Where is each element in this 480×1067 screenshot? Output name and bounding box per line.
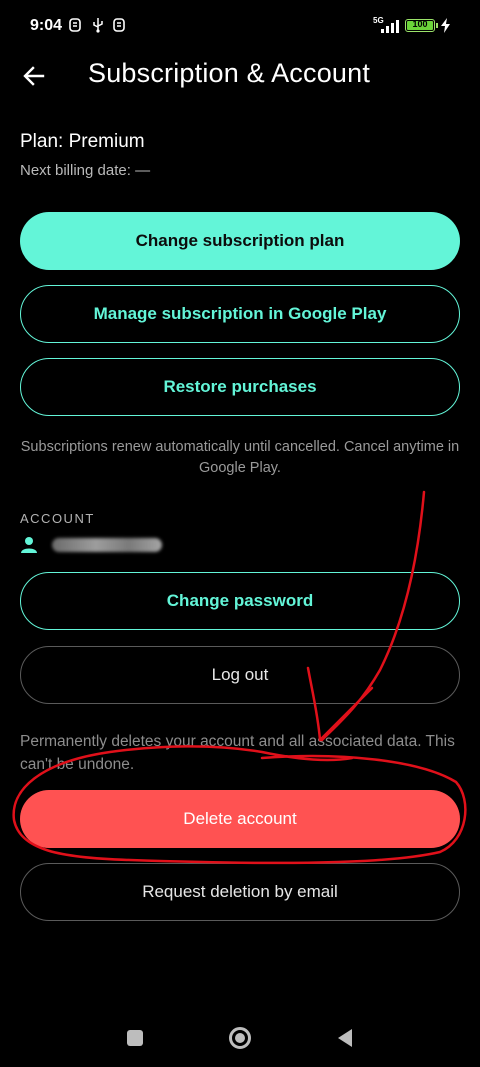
delete-account-button[interactable]: Delete account (20, 790, 460, 848)
status-time: 9:04 (30, 17, 63, 34)
nav-home-button[interactable] (228, 1026, 252, 1050)
logout-button[interactable]: Log out (20, 646, 460, 704)
signal-icon (381, 20, 399, 33)
delete-warning-text: Permanently deletes your account and all… (20, 733, 455, 773)
account-section-header: ACCOUNT (20, 511, 95, 526)
system-nav-bar (0, 1010, 480, 1067)
person-icon (21, 537, 37, 553)
restore-purchases-button[interactable]: Restore purchases (20, 358, 460, 416)
manage-subscription-button[interactable]: Manage subscription in Google Play (20, 285, 460, 343)
request-deletion-button[interactable]: Request deletion by email (20, 863, 460, 921)
back-button[interactable] (14, 56, 54, 96)
status-bar: 9:04 5G 100 (0, 0, 480, 52)
change-plan-button[interactable]: Change subscription plan (20, 212, 460, 270)
notification-icon-2 (113, 18, 125, 32)
battery-icon: 100 (405, 19, 438, 32)
change-password-button[interactable]: Change password (20, 572, 460, 630)
page-title: Subscription & Account (88, 58, 371, 88)
circle-icon (229, 1027, 251, 1049)
battery-level: 100 (412, 19, 428, 29)
triangle-icon (338, 1029, 352, 1047)
subscription-info-text: Subscriptions renew automatically until … (20, 439, 460, 476)
plan-label: Plan: Premium (20, 131, 145, 152)
arrow-left-icon (23, 66, 45, 86)
account-name-redacted (52, 538, 162, 552)
square-icon (127, 1030, 143, 1046)
nav-back-button[interactable] (333, 1026, 357, 1050)
account-identity (20, 535, 162, 555)
charging-icon (441, 18, 450, 33)
notification-icon (69, 18, 81, 32)
nav-recents-button[interactable] (123, 1026, 147, 1050)
next-billing-label: Next billing date: — (20, 162, 151, 179)
usb-icon (93, 18, 103, 33)
